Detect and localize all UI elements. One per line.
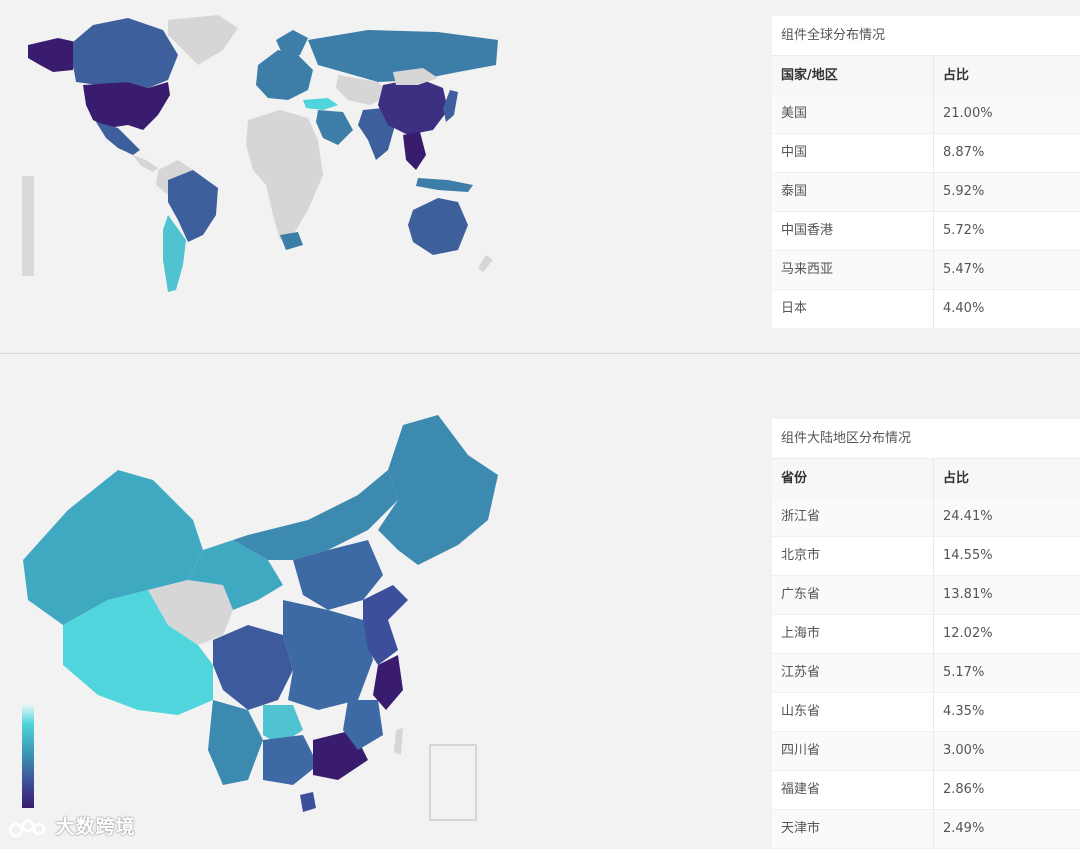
south-africa-region[interactable] [280,232,303,250]
row-name: 江苏省 [772,654,934,692]
row-name: 天津市 [772,810,934,848]
table-row: 日本 4.40% [772,290,1080,329]
central-america-region[interactable] [133,155,158,172]
watermark-text: 大数跨境 [55,816,136,838]
header-share: 占比 [943,471,970,486]
guangxi-region[interactable] [263,735,318,785]
row-name: 浙江省 [772,498,934,536]
south-china-sea-inset [429,744,477,821]
table-row: 江苏省 5.17% [772,654,1080,693]
china-table: 组件大陆地区分布情况 省份 占比 浙江省 24.41% 北京市 14.55% 广东省… [772,419,1080,849]
row-name: 山东省 [772,693,934,731]
taiwan-region[interactable] [394,728,403,755]
row-share: 12.02% [943,626,993,641]
row-share: 2.49% [943,821,985,836]
row-name: 马来西亚 [772,251,934,289]
table-row: 浙江省 24.41% [772,498,1080,537]
china-legend-bar[interactable] [22,705,34,808]
table-row: 四川省 3.00% [772,732,1080,771]
row-name: 广东省 [772,576,934,614]
hainan-region[interactable] [300,792,316,812]
row-share: 5.92% [943,184,985,199]
table-row: 泰国 5.92% [772,173,1080,212]
row-name: 泰国 [772,173,934,211]
greenland-region[interactable] [168,15,238,65]
row-name: 四川省 [772,732,934,770]
row-share: 5.47% [943,262,985,277]
row-name: 美国 [772,95,934,133]
australia-region[interactable] [408,198,468,255]
turkey-region[interactable] [303,98,338,110]
world-table: 组件全球分布情况 国家/地区 占比 美国 21.00% 中国 8.87% 泰国 5.9… [772,16,1080,329]
table-row: 北京市 14.55% [772,537,1080,576]
central-provinces-region[interactable] [283,600,373,710]
china-map[interactable] [18,410,504,830]
africa-region[interactable] [246,110,323,240]
table-row: 山东省 4.35% [772,693,1080,732]
yunnan-region[interactable] [208,700,263,785]
world-map[interactable] [18,10,502,296]
row-share: 13.81% [943,587,993,602]
japan-region[interactable] [443,90,458,122]
header-province: 省份 [772,459,934,498]
row-share: 5.17% [943,665,985,680]
header-region: 国家/地区 [772,56,934,95]
row-share: 5.72% [943,223,985,238]
table-row: 中国 8.87% [772,134,1080,173]
row-share: 21.00% [943,106,993,121]
row-name: 日本 [772,290,934,328]
row-name: 中国 [772,134,934,172]
indonesia-region[interactable] [416,178,473,192]
northeast-region[interactable] [378,415,498,565]
world-table-header: 国家/地区 占比 [772,56,1080,95]
new-zealand-region[interactable] [478,255,493,272]
middle-east-region[interactable] [316,110,353,145]
row-share: 3.00% [943,743,985,758]
mexico-region[interactable] [96,122,140,155]
row-name: 北京市 [772,537,934,575]
southeast-asia-region[interactable] [403,132,426,170]
section-divider [0,353,1080,354]
canada-region[interactable] [73,18,178,88]
row-name: 上海市 [772,615,934,653]
row-share: 14.55% [943,548,993,563]
china-table-title: 组件大陆地区分布情况 [772,419,1080,459]
table-row: 福建省 2.86% [772,771,1080,810]
row-name: 中国香港 [772,212,934,250]
header-share: 占比 [943,68,970,83]
table-row: 中国香港 5.72% [772,212,1080,251]
row-share: 2.86% [943,782,985,797]
table-row: 广东省 13.81% [772,576,1080,615]
watermark: 大数跨境 [8,812,136,840]
row-share: 24.41% [943,509,993,524]
world-table-title: 组件全球分布情况 [772,16,1080,56]
alaska-region[interactable] [28,38,76,72]
usa-region[interactable] [83,82,170,130]
world-table-body: 美国 21.00% 中国 8.87% 泰国 5.92% 中国香港 5.72% 马来西亚 5… [772,95,1080,329]
row-share: 4.40% [943,301,985,316]
row-name: 福建省 [772,771,934,809]
sichuan-region[interactable] [213,625,293,710]
table-row: 美国 21.00% [772,95,1080,134]
china-table-header: 省份 占比 [772,459,1080,498]
china-table-body: 浙江省 24.41% 北京市 14.55% 广东省 13.81% 上海市 12.02% … [772,498,1080,849]
watermark-logo-icon [8,819,46,837]
table-row: 马来西亚 5.47% [772,251,1080,290]
world-legend-bar[interactable] [22,176,34,276]
table-row: 天津市 2.49% [772,810,1080,849]
row-share: 4.35% [943,704,985,719]
table-row: 上海市 12.02% [772,615,1080,654]
row-share: 8.87% [943,145,985,160]
